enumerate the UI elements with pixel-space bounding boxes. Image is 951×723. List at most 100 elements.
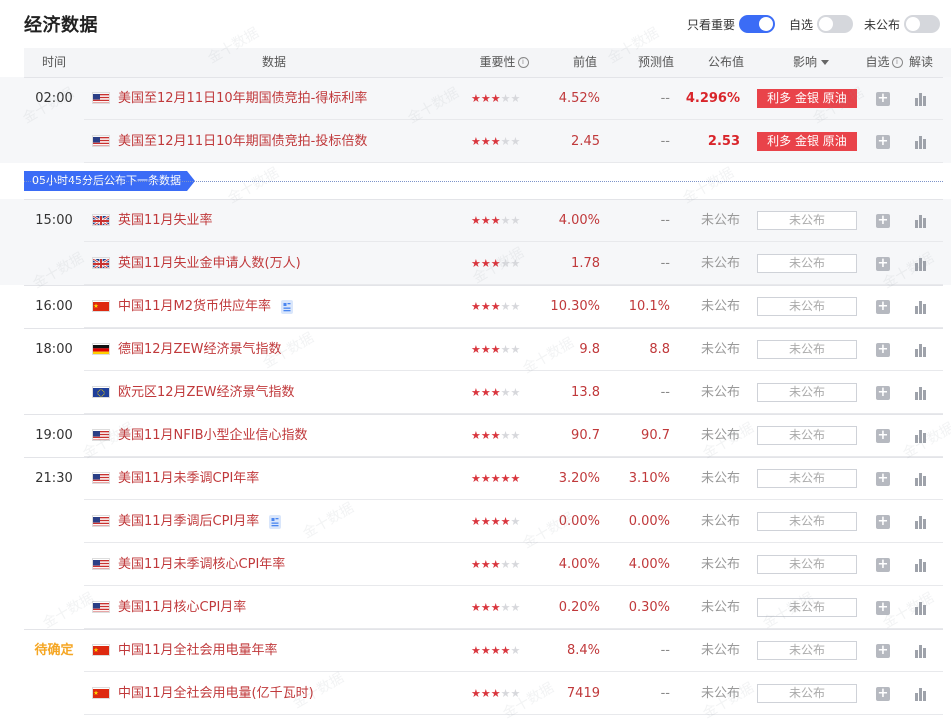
star-icon: ★: [471, 472, 481, 485]
bar-chart-icon[interactable]: [914, 92, 928, 106]
indicator-name-link[interactable]: 英国11月失业率: [118, 199, 213, 242]
star-icon: ★: [471, 92, 481, 105]
table-row[interactable]: 美国11月未季调核心CPI年率 ★★★★★ 4.00% 4.00% 未公布 未公布 +: [0, 543, 951, 586]
info-icon[interactable]: i: [517, 57, 529, 68]
table-row[interactable]: 英国11月失业金申请人数(万人) ★★★★★ 1.78 -- 未公布 未公布 +: [0, 242, 951, 285]
importance-stars: ★★★★★: [471, 672, 520, 715]
table-row[interactable]: 待确定 中国11月全社会用电量年率 ★★★★★ 8.4% -- 未公布 未公布 +: [0, 629, 951, 672]
table-row[interactable]: 中国11月全社会用电量(亿千瓦时) ★★★★★ 7419 -- 未公布 未公布 +: [0, 672, 951, 715]
analysis-doc-icon[interactable]: [279, 299, 295, 315]
indicator-name-link[interactable]: 美国11月未季调CPI年率: [118, 457, 259, 500]
star-icon: ★: [510, 558, 521, 571]
importance-stars: ★★★★★: [471, 77, 520, 120]
toggle-watchlist[interactable]: 自选: [789, 15, 854, 33]
bar-chart-icon[interactable]: [914, 386, 928, 400]
star-icon: ★: [500, 386, 511, 399]
table-row[interactable]: 美国至12月11日10年期国债竞拍-投标倍数 ★★★★★ 2.45 -- 2.53 利多 …: [0, 120, 951, 163]
bar-chart-icon[interactable]: [914, 644, 928, 658]
toggle-watchlist-label: 自选: [789, 17, 814, 32]
info-icon[interactable]: i: [891, 57, 903, 68]
actual-value: 未公布: [700, 557, 740, 572]
page-title: 经济数据: [24, 15, 98, 36]
bar-chart-icon[interactable]: [914, 687, 928, 701]
add-watchlist-button[interactable]: +: [876, 515, 890, 529]
previous-value: 2.45: [571, 134, 600, 149]
add-watchlist-button[interactable]: +: [876, 135, 890, 149]
country-flag-icon: [92, 257, 110, 269]
table-row[interactable]: 美国11月季调后CPI月率 ★★★★★ 0.00% 0.00% 未公布 未公布 +: [0, 500, 951, 543]
indicator-name-link[interactable]: 美国11月季调后CPI月率: [118, 500, 259, 543]
star-icon: ★: [500, 472, 511, 485]
toggle-unpublished[interactable]: 未公布: [864, 15, 941, 33]
bar-chart-icon[interactable]: [914, 601, 928, 615]
table-row[interactable]: 02:00 美国至12月11日10年期国债竞拍-得标利率 ★★★★★ 4.52% -- 4…: [0, 77, 951, 120]
table-row[interactable]: 15:00 英国11月失业率 ★★★★★ 4.00% -- 未公布 未公布 +: [0, 199, 951, 242]
toggle-important-only[interactable]: 只看重要: [687, 15, 776, 33]
indicator-name-link[interactable]: 美国11月未季调核心CPI年率: [118, 543, 285, 586]
star-icon: ★: [471, 515, 481, 528]
add-watchlist-button[interactable]: +: [876, 472, 890, 486]
indicator-name-link[interactable]: 英国11月失业金申请人数(万人): [118, 242, 301, 285]
table-row[interactable]: 21:30 美国11月未季调CPI年率 ★★★★★ 3.20% 3.10% 未公布 未公布 +: [0, 457, 951, 500]
add-watchlist-button[interactable]: +: [876, 300, 890, 314]
add-watchlist-button[interactable]: +: [876, 558, 890, 572]
star-icon: ★: [471, 429, 481, 442]
add-watchlist-button[interactable]: +: [876, 92, 890, 106]
bar-chart-icon[interactable]: [914, 558, 928, 572]
add-watchlist-button[interactable]: +: [876, 429, 890, 443]
star-icon: ★: [490, 687, 501, 700]
star-icon: ★: [500, 300, 511, 313]
indicator-name-link[interactable]: 美国至12月11日10年期国债竞拍-投标倍数: [118, 120, 367, 163]
add-watchlist-button[interactable]: +: [876, 386, 890, 400]
add-watchlist-button[interactable]: +: [876, 687, 890, 701]
bar-chart-icon[interactable]: [914, 515, 928, 529]
bar-chart-icon[interactable]: [914, 343, 928, 357]
indicator-name-link[interactable]: 中国11月全社会用电量年率: [118, 629, 278, 672]
bar-chart-icon[interactable]: [914, 472, 928, 486]
table-row[interactable]: 16:00 中国11月M2货币供应年率 ★★★★★ 10.30% 10.1% 未公布 未公布…: [0, 285, 951, 328]
caret-down-icon: [821, 60, 829, 65]
add-watchlist-button[interactable]: +: [876, 644, 890, 658]
actual-value: 未公布: [700, 385, 740, 400]
bar-chart-icon[interactable]: [914, 135, 928, 149]
bar-chart-icon[interactable]: [914, 257, 928, 271]
add-watchlist-button[interactable]: +: [876, 601, 890, 615]
impact-badge: 未公布: [757, 340, 857, 359]
release-time: 15:00: [35, 213, 73, 228]
indicator-name-link[interactable]: 欧元区12月ZEW经济景气指数: [118, 371, 295, 414]
col-analysis: 解读: [908, 55, 933, 69]
analysis-doc-icon[interactable]: [267, 514, 283, 530]
star-icon: ★: [490, 92, 501, 105]
importance-stars: ★★★★★: [471, 285, 520, 328]
indicator-name-link[interactable]: 中国11月全社会用电量(亿千瓦时): [118, 672, 314, 715]
release-time: [24, 500, 84, 543]
table-row[interactable]: 18:00 德国12月ZEW经济景气指数 ★★★★★ 9.8 8.8 未公布 未公布 +: [0, 328, 951, 371]
bar-chart-icon[interactable]: [914, 300, 928, 314]
actual-value: 未公布: [700, 342, 740, 357]
forecast-value: 4.00%: [628, 557, 670, 572]
toggle-important-only-switch[interactable]: [739, 15, 776, 33]
star-icon: ★: [490, 300, 501, 313]
star-icon: ★: [490, 429, 501, 442]
table-row[interactable]: 欧元区12月ZEW经济景气指数 ★★★★★ 13.8 -- 未公布 未公布 +: [0, 371, 951, 414]
table-row[interactable]: 19:00 美国11月NFIB小型企业信心指数 ★★★★★ 90.7 90.7 未公布 未公…: [0, 414, 951, 457]
indicator-name-link[interactable]: 美国11月核心CPI月率: [118, 586, 246, 629]
table-row[interactable]: 美国11月核心CPI月率 ★★★★★ 0.20% 0.30% 未公布 未公布 +: [0, 586, 951, 629]
indicator-name-link[interactable]: 美国11月NFIB小型企业信心指数: [118, 414, 308, 457]
bar-chart-icon[interactable]: [914, 429, 928, 443]
toggle-watchlist-switch[interactable]: [817, 15, 854, 33]
add-watchlist-button[interactable]: +: [876, 257, 890, 271]
indicator-name-link[interactable]: 中国11月M2货币供应年率: [118, 285, 271, 328]
importance-stars: ★★★★★: [471, 457, 520, 500]
bar-chart-icon[interactable]: [914, 214, 928, 228]
star-icon: ★: [510, 644, 521, 657]
table-header: 时间 数据 重要性 i 前值 预测值 公布值 影响 自选 i 解读: [24, 48, 951, 77]
indicator-name-link[interactable]: 美国至12月11日10年期国债竞拍-得标利率: [118, 77, 367, 120]
star-icon: ★: [471, 644, 481, 657]
add-watchlist-button[interactable]: +: [876, 343, 890, 357]
indicator-name-link[interactable]: 德国12月ZEW经济景气指数: [118, 328, 282, 371]
star-icon: ★: [510, 92, 521, 105]
toggle-unpublished-switch[interactable]: [904, 15, 941, 33]
add-watchlist-button[interactable]: +: [876, 214, 890, 228]
col-impact-filter[interactable]: 影响: [776, 48, 846, 77]
